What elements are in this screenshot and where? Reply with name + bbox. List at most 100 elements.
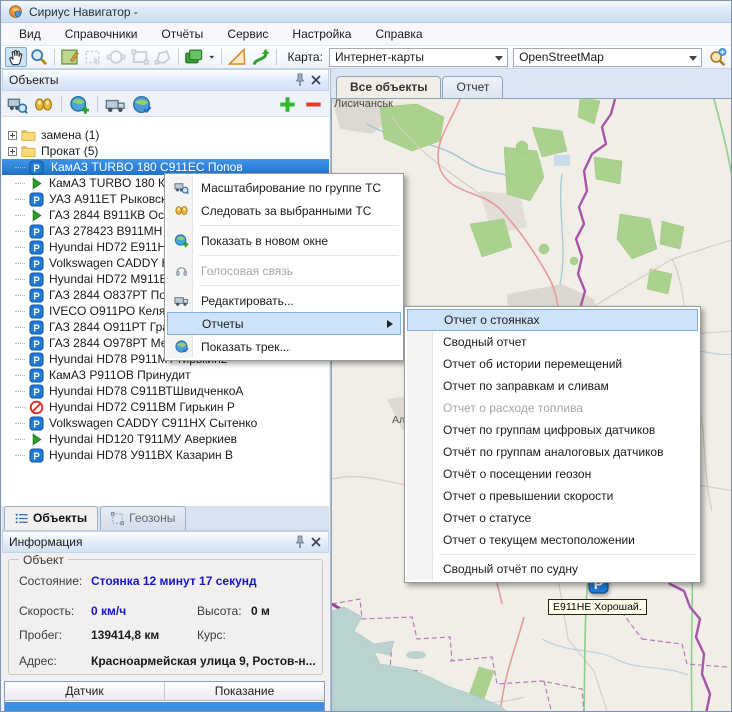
menubar-item-4[interactable]: Настройка (280, 24, 363, 44)
tree-item-label: Volkswagen CADDY С911НХ Сытенко (47, 416, 259, 430)
toolbar-separator (61, 96, 62, 112)
show-track-button[interactable] (130, 94, 153, 114)
submenu-item-3[interactable]: Отчет по заправкам и сливам (407, 375, 698, 397)
layers-button[interactable] (183, 47, 205, 67)
parking-icon: P (28, 271, 44, 287)
svg-text:P: P (33, 371, 40, 382)
context-menu-item-7[interactable]: Редактировать... (167, 289, 401, 312)
svg-text:P: P (33, 259, 40, 270)
svg-text:P: P (33, 355, 40, 366)
edit-map-button[interactable] (59, 47, 81, 67)
tree-connector (15, 343, 25, 344)
svg-text:P: P (33, 243, 40, 254)
submenu-item-10[interactable]: Отчет о текущем местоположении (407, 529, 698, 551)
zoom-to-group-button[interactable] (6, 94, 29, 114)
close-icon[interactable] (308, 534, 324, 550)
pin-icon[interactable] (292, 534, 308, 550)
parking-icon: P (28, 351, 44, 367)
menubar-item-3[interactable]: Сервис (215, 24, 280, 44)
submenu-item-4[interactable]: Отчет о расходе топлива (407, 397, 698, 419)
submenu-item-12[interactable]: Сводный отчёт по судну (407, 558, 698, 580)
vehicle-button[interactable] (104, 94, 127, 114)
submenu-item-2[interactable]: Отчет об истории перемещений (407, 353, 698, 375)
submenu-item-0[interactable]: Отчет о стоянках (407, 309, 698, 331)
tree-item-label: Hyundai HD72 E911Н (47, 240, 168, 254)
context-menu-item-3[interactable]: Показать в новом окне (167, 229, 401, 252)
tab-all-objects[interactable]: Все объекты (336, 76, 441, 98)
tree-connector (15, 215, 25, 216)
ruler-button[interactable] (226, 47, 248, 67)
new-window-button[interactable] (68, 94, 91, 114)
context-menu-item-8[interactable]: Отчеты (167, 312, 401, 335)
altitude-label: Высота: (197, 604, 242, 618)
context-menu-item-1[interactable]: Следовать за выбранными ТС (167, 199, 401, 222)
sensor-row-selected[interactable] (5, 701, 324, 712)
expand-icon[interactable] (8, 131, 17, 140)
submenu-item-6[interactable]: Отчёт по группам аналоговых датчиков (407, 441, 698, 463)
zoom-search-button[interactable] (707, 47, 729, 67)
menu-item-label: Отчёт по группам аналоговых датчиков (443, 445, 663, 459)
tree-item-19[interactable]: Hyundai HD120 Т911МУ Аверкиев (2, 431, 329, 447)
tree-item-17[interactable]: Hyundai HD72 С911ВМ Гирькин Р (2, 399, 329, 415)
tree-item-15[interactable]: PКамАЗ Р911ОВ Принудит (2, 367, 329, 383)
sensor-table: Датчик Показание (4, 681, 325, 712)
context-menu-item-0[interactable]: Масштабирование по группе ТС (167, 176, 401, 199)
parking-icon: P (28, 255, 44, 271)
tree-item-0[interactable]: замена (1) (2, 127, 329, 143)
polygon-tool-button[interactable] (152, 47, 174, 67)
column-reading[interactable]: Показание (165, 682, 324, 700)
toolbar-separator (97, 96, 98, 112)
submenu-item-8[interactable]: Отчет о превышении скорости (407, 485, 698, 507)
tree-item-16[interactable]: PHyundai HD78 С911ВТШвидченкоА (2, 383, 329, 399)
svg-text:P: P (33, 227, 40, 238)
pan-tool-button[interactable] (5, 47, 27, 67)
vehicle-marker-label: Е911НЕ Хорошай. (548, 599, 647, 615)
parking-icon: P (28, 367, 44, 383)
menu-separator (199, 225, 399, 226)
objects-panel: Объекты замена (1)Прокат (5)PКамАЗ TURBO… (1, 69, 331, 712)
context-menu-item-9[interactable]: Показать трек... (167, 335, 401, 358)
tab-report[interactable]: Отчет (442, 76, 503, 98)
map-source-select[interactable]: OpenStreetMap (513, 48, 702, 67)
tab-geozones[interactable]: Геозоны (100, 506, 186, 530)
follow-selected-button[interactable] (32, 94, 55, 114)
tree-item-20[interactable]: PHyundai HD78 У911ВХ Казарин В (2, 447, 329, 463)
pin-icon[interactable] (292, 72, 308, 88)
toolbar-separator (54, 49, 55, 65)
circle-tool-button[interactable] (105, 47, 127, 67)
remove-object-button[interactable] (302, 94, 325, 114)
tree-item-label: Hyundai HD78 С911ВТШвидченкоА (47, 384, 245, 398)
submenu-item-7[interactable]: Отчёт о посещении геозон (407, 463, 698, 485)
rect-tool-button[interactable] (129, 47, 151, 67)
route-button[interactable] (249, 47, 271, 67)
svg-text:P: P (33, 291, 40, 302)
menubar-item-5[interactable]: Справка (363, 24, 434, 44)
submenu-item-9[interactable]: Отчет о статусе (407, 507, 698, 529)
expand-icon[interactable] (8, 147, 17, 156)
map-source-value: OpenStreetMap (519, 50, 604, 64)
layers-dropdown-arrow[interactable] (206, 47, 218, 67)
tree-connector (15, 311, 25, 312)
tree-connector (15, 183, 25, 184)
map-provider-select[interactable]: Интернет-карты (329, 48, 508, 67)
tree-item-18[interactable]: PVolkswagen CADDY С911НХ Сытенко (2, 415, 329, 431)
add-object-button[interactable] (276, 94, 299, 114)
submenu-item-5[interactable]: Отчет по группам цифровых датчиков (407, 419, 698, 441)
menu-item-label: Отчет о превышении скорости (443, 489, 613, 503)
menubar-item-1[interactable]: Справочники (53, 24, 150, 44)
zoom-tool-button[interactable] (28, 47, 50, 67)
map-tabs: Все объекты Отчет (331, 69, 732, 98)
menubar-item-0[interactable]: Вид (7, 24, 53, 44)
select-area-button[interactable] (82, 47, 104, 67)
close-icon[interactable] (308, 72, 324, 88)
submenu-item-1[interactable]: Сводный отчет (407, 331, 698, 353)
menu-item-label: Сводный отчёт по судну (443, 562, 578, 576)
tree-item-1[interactable]: Прокат (5) (2, 143, 329, 159)
menubar-item-2[interactable]: Отчёты (149, 24, 215, 44)
tab-objects[interactable]: Объекты (4, 506, 98, 530)
info-panel-title: Информация (9, 535, 292, 549)
column-sensor[interactable]: Датчик (5, 682, 165, 700)
context-menu-item-5[interactable]: Голосовая связь (167, 259, 401, 282)
tree-item-label: ГАЗ 2844 В911КВ Ос (47, 208, 166, 222)
tree-connector (15, 407, 25, 408)
